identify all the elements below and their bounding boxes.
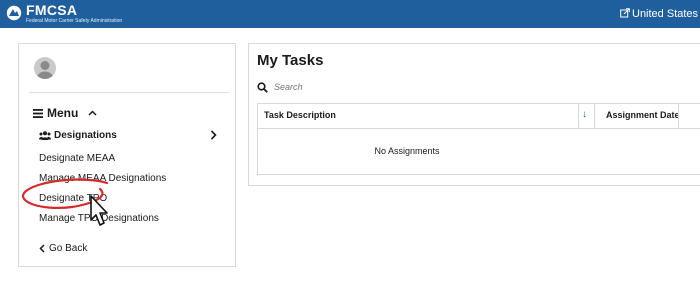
- sidebar-divider: [29, 92, 229, 93]
- column-divider: [594, 104, 595, 128]
- menu-toggle[interactable]: Menu: [33, 106, 97, 120]
- users-icon: [39, 131, 51, 140]
- sidebar-item-manage-meaa-designations[interactable]: Manage MEAA Designations: [39, 173, 166, 184]
- sidebar-item-designate-meaa[interactable]: Designate MEAA: [39, 153, 115, 164]
- search-icon: [257, 81, 268, 93]
- external-site-link[interactable]: United States Depa: [620, 7, 700, 21]
- logo-title: FMCSA: [26, 2, 78, 18]
- empty-state-message: No Assignments: [374, 146, 440, 156]
- menu-label: Menu: [47, 106, 79, 120]
- sidebar-item-designate-tpo[interactable]: Designate TPO: [39, 193, 107, 204]
- column-header-assignment-date[interactable]: Assignment Date: [606, 110, 680, 120]
- sort-down-arrow-icon[interactable]: ↓: [582, 109, 587, 120]
- column-header-task-description[interactable]: Task Description: [264, 110, 336, 120]
- chevron-right-icon: [210, 130, 217, 140]
- logo-mark-icon: [6, 5, 22, 21]
- avatar[interactable]: [34, 57, 56, 79]
- external-link-label: United States Depa: [632, 8, 700, 20]
- chevron-left-icon: [39, 244, 45, 253]
- sidebar-group-label: Designations: [54, 130, 117, 141]
- go-back-label: Go Back: [49, 243, 88, 254]
- my-tasks-panel: My Tasks Task Description ↓ Assignment D…: [248, 43, 700, 186]
- user-silhouette-icon: [37, 61, 53, 79]
- side-navigation-panel: Menu Designations Designate MEAA Manage …: [18, 43, 236, 267]
- page-title: My Tasks: [257, 52, 324, 69]
- logo-subtitle: Federal Motor Carrier Safety Administrat…: [26, 18, 123, 24]
- chevron-up-icon: [88, 110, 97, 116]
- external-link-icon: [620, 8, 630, 18]
- column-divider: [578, 104, 579, 128]
- table-header: Task Description ↓ Assignment Date: [258, 104, 700, 129]
- search-input[interactable]: [274, 82, 574, 92]
- tasks-table: Task Description ↓ Assignment Date No As…: [257, 103, 700, 175]
- go-back-link[interactable]: Go Back: [39, 243, 87, 254]
- sidebar-item-manage-tpo-designations[interactable]: Manage TPO Designations: [39, 213, 159, 224]
- top-header-bar: FMCSA Federal Motor Carrier Safety Admin…: [0, 0, 700, 28]
- sidebar-group-designations[interactable]: Designations: [39, 130, 217, 141]
- search-bar: [257, 80, 697, 94]
- column-divider: [678, 104, 679, 128]
- hamburger-icon: [33, 108, 43, 118]
